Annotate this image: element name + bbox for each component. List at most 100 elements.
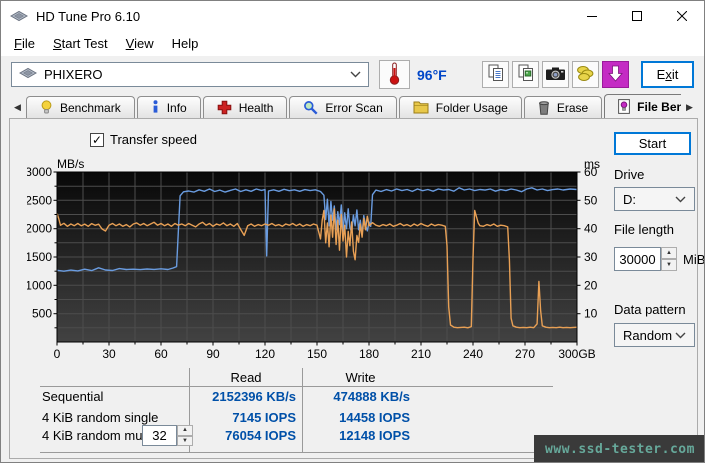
health-cross-icon <box>217 100 232 115</box>
tab-label: Erase <box>556 100 589 115</box>
svg-text:120: 120 <box>255 347 275 361</box>
app-disk-icon <box>10 9 28 23</box>
table-header-rule <box>40 386 553 387</box>
close-button[interactable] <box>659 1 704 31</box>
data-pattern-label: Data pattern <box>614 302 686 317</box>
tab-scroll-left-icon[interactable]: ◀ <box>9 97 26 118</box>
transfer-speed-label: Transfer speed <box>110 132 197 147</box>
svg-text:MB/s: MB/s <box>57 157 84 171</box>
data-pattern-value: Random <box>623 327 673 343</box>
app-window: HD Tune Pro 6.10 File Start Test View Help … <box>0 0 705 463</box>
drive-selector-combobox[interactable]: PHIXERO <box>11 62 369 87</box>
svg-text:1000: 1000 <box>27 278 52 292</box>
download-arrow-icon <box>608 65 623 85</box>
svg-text:50: 50 <box>584 193 598 207</box>
thermometer-icon <box>388 61 401 88</box>
tab-bar: ◀ Benchmark Info Health Error Scan Folder Us… <box>9 94 698 118</box>
tab-folder-usage[interactable]: Folder Usage <box>398 96 522 118</box>
svg-text:2000: 2000 <box>27 222 52 236</box>
read-value-4-kib-random-single: 7145 IOPS <box>232 410 296 425</box>
chevron-down-icon <box>675 332 686 339</box>
queue-depth-input[interactable]: 32 <box>142 425 177 446</box>
file-benchmark-icon <box>618 99 631 114</box>
menu-item-start-test[interactable]: Start Test <box>44 33 117 54</box>
tab-file-benchm[interactable]: File Benchm... <box>604 94 681 118</box>
tab-benchmark[interactable]: Benchmark <box>26 96 135 118</box>
row-label-4-kib-random-single: 4 KiB random single <box>42 410 159 425</box>
svg-text:30: 30 <box>584 250 598 264</box>
file-length-input[interactable]: 30000 <box>614 247 661 271</box>
tab-error-scan[interactable]: Error Scan <box>289 96 397 118</box>
menu-bar: File Start Test View Help <box>1 31 704 56</box>
chart-svg: 500 1000 1500 2000 2500 3000 0 30 60 90 120 150 180 2… <box>25 157 600 361</box>
svg-text:300GB: 300GB <box>558 347 595 361</box>
camera-icon <box>545 65 566 85</box>
svg-text:180: 180 <box>359 347 379 361</box>
chevron-down-icon <box>350 71 361 78</box>
tab-label: Error Scan <box>325 100 383 115</box>
file-length-spin-down[interactable]: ▼ <box>661 259 677 271</box>
svg-text:240: 240 <box>463 347 483 361</box>
svg-text:270: 270 <box>515 347 535 361</box>
tab-scroll-right-icon[interactable]: ▶ <box>681 97 698 118</box>
table-bottom-rule <box>40 452 553 453</box>
transfer-speed-checkbox[interactable]: ✓ <box>90 132 104 147</box>
write-value-sequential: 474888 KB/s <box>333 389 410 404</box>
menu-item-view[interactable]: View <box>117 33 163 54</box>
write-value-4-kib-random-multi: 12148 IOPS <box>339 428 410 443</box>
drive-value: D: <box>623 191 636 207</box>
maximize-button[interactable] <box>614 1 659 31</box>
svg-text:40: 40 <box>584 222 598 236</box>
row-label-4-kib-random-multi: 4 KiB random multi <box>42 428 152 443</box>
start-button[interactable]: Start <box>614 132 691 155</box>
copy-image-button[interactable] <box>512 61 539 88</box>
screenshot-button[interactable] <box>542 61 569 88</box>
benchmark-chart: 500 1000 1500 2000 2500 3000 0 30 60 90 120 150 180 2… <box>25 157 602 365</box>
copy-text-icon <box>486 63 506 86</box>
watermark: www.ssd-tester.com <box>534 435 704 462</box>
temperature-button[interactable] <box>379 60 410 89</box>
svg-text:20: 20 <box>584 278 598 292</box>
magnifier-icon <box>303 100 318 115</box>
menu-item-file[interactable]: File <box>5 33 44 54</box>
temperature-value: 96°F <box>417 67 447 83</box>
svg-text:3000: 3000 <box>27 165 52 179</box>
tab-label: File Benchm... <box>637 99 681 114</box>
row-label-sequential: Sequential <box>42 389 104 404</box>
exit-button[interactable]: Ex it <box>641 61 694 88</box>
svg-text:2500: 2500 <box>27 193 52 207</box>
copy-text-button[interactable] <box>482 61 509 88</box>
drive-combobox[interactable]: D: <box>614 187 695 211</box>
data-pattern-combobox[interactable]: Random <box>614 323 695 347</box>
svg-text:30: 30 <box>102 347 116 361</box>
trash-icon <box>538 100 550 115</box>
svg-text:10: 10 <box>584 307 598 321</box>
svg-text:500: 500 <box>32 307 52 321</box>
file-benchmark-panel: ✓ Transfer speed Start 500 1000 1500 2000 25… <box>9 118 704 459</box>
tab-label: Benchmark <box>60 100 121 115</box>
svg-text:150: 150 <box>307 347 327 361</box>
bulb-icon <box>40 100 53 115</box>
menu-item-help[interactable]: Help <box>163 33 208 54</box>
svg-text:0: 0 <box>54 347 61 361</box>
svg-text:90: 90 <box>206 347 220 361</box>
tab-health[interactable]: Health <box>202 96 288 118</box>
minimize-button[interactable] <box>569 1 614 31</box>
column-header-read: Read <box>230 370 262 385</box>
svg-text:1500: 1500 <box>27 250 52 264</box>
read-value-sequential: 2152396 KB/s <box>212 389 296 404</box>
window-title: HD Tune Pro 6.10 <box>36 8 141 24</box>
tab-info[interactable]: Info <box>136 96 201 118</box>
file-length-spin-up[interactable]: ▲ <box>661 247 677 259</box>
svg-text:ms: ms <box>584 157 600 171</box>
tab-label: Info <box>166 100 187 115</box>
title-bar: HD Tune Pro 6.10 <box>1 1 704 31</box>
copy-image-icon <box>516 63 536 86</box>
drive-label: Drive <box>614 167 645 182</box>
tab-label: Health <box>238 100 274 115</box>
save-results-button[interactable] <box>602 61 629 88</box>
tab-label: Folder Usage <box>435 100 508 115</box>
donate-button[interactable] <box>572 61 599 88</box>
file-length-unit: MiB <box>683 251 705 267</box>
tab-erase[interactable]: Erase <box>523 96 603 118</box>
